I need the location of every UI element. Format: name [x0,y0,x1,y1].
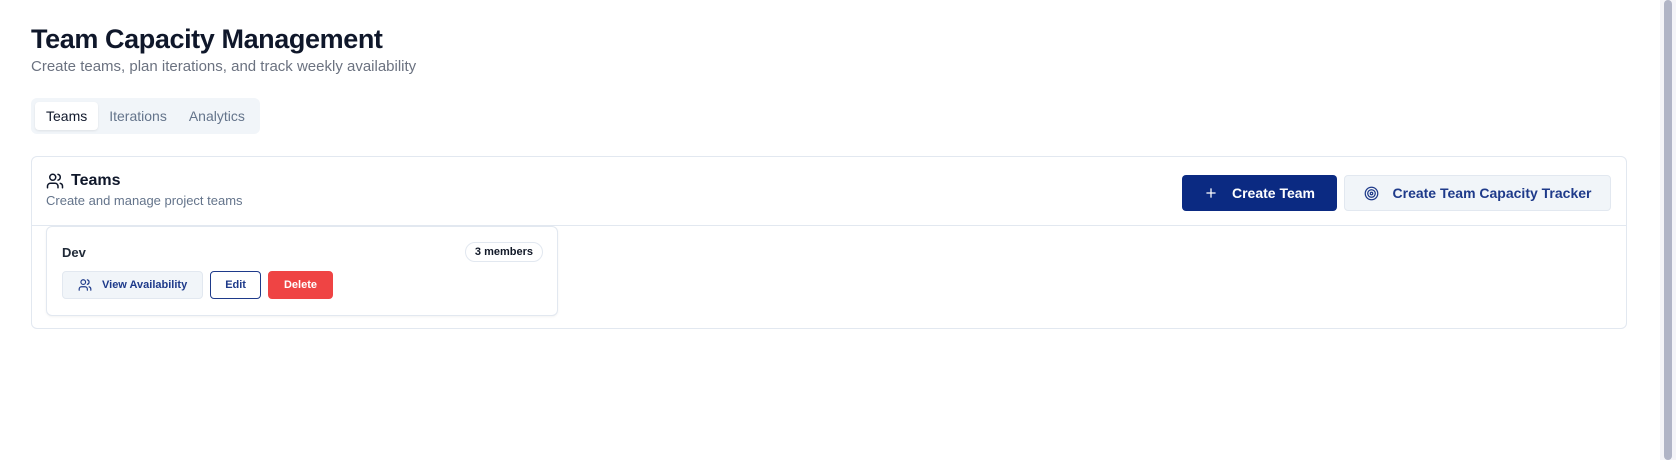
page-title: Team Capacity Management [31,24,383,54]
teams-card-description: Create and manage project teams [46,193,243,208]
teams-card-title-row: Teams [46,172,121,190]
page-subtitle: Create teams, plan iterations, and track… [31,58,417,75]
tab-list: Teams Iterations Analytics [31,98,260,134]
tab-iterations[interactable]: Iterations [98,102,178,130]
team-actions: View Availability Edit Delete [62,271,333,299]
team-card: Dev 3 members View Availability Edit Del… [46,226,558,316]
teams-card-title: Teams [71,172,121,189]
tab-analytics[interactable]: Analytics [178,102,256,130]
page-header: Team Capacity Management Create teams, p… [31,22,416,77]
create-tracker-label: Create Team Capacity Tracker [1392,185,1592,201]
create-team-button[interactable]: Create Team [1182,175,1337,211]
delete-team-button[interactable]: Delete [267,271,333,299]
scrollbar-track[interactable] [1660,0,1676,460]
member-count-badge: 3 members [464,242,543,262]
team-name: Dev [62,245,86,260]
scrollbar-thumb[interactable] [1664,0,1672,460]
target-icon [1364,186,1379,201]
edit-team-button[interactable]: Edit [210,271,261,299]
view-availability-button[interactable]: View Availability [62,271,204,299]
users-icon [46,172,64,190]
page: Team Capacity Management Create teams, p… [0,0,1676,460]
tab-teams[interactable]: Teams [35,102,99,130]
users-icon [78,278,92,292]
teams-card-header: Teams Create and manage project teams Cr… [32,157,1626,226]
view-availability-label: View Availability [102,279,188,291]
create-team-label: Create Team [1231,185,1315,201]
teams-card: Teams Create and manage project teams Cr… [31,156,1627,329]
plus-icon [1204,186,1218,200]
create-team-capacity-tracker-button[interactable]: Create Team Capacity Tracker [1344,175,1611,211]
